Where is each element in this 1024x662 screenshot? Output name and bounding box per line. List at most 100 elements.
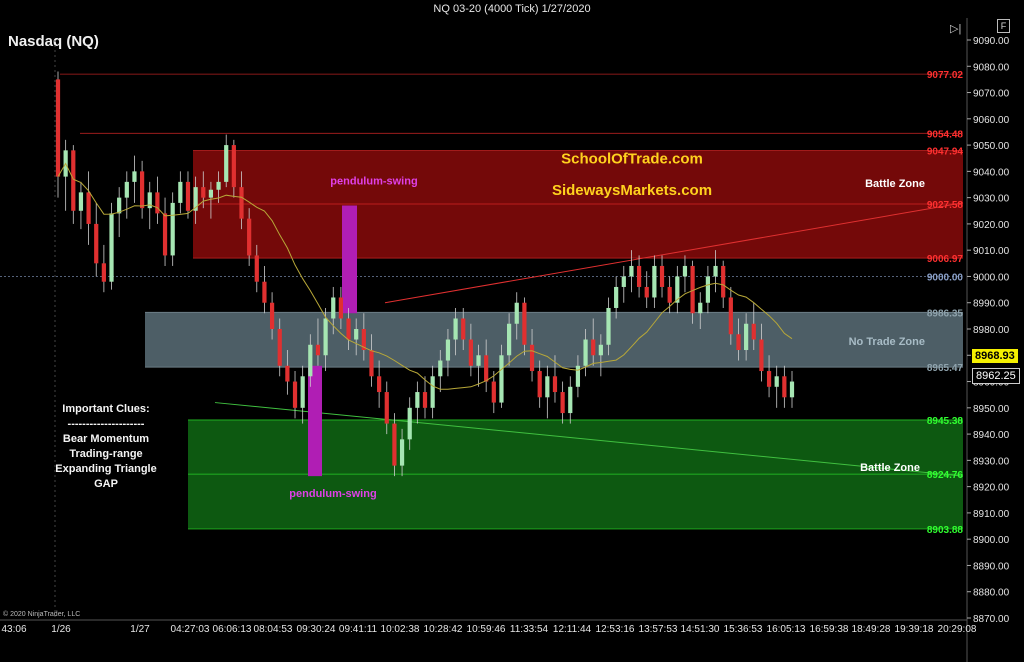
time-tick-label: 12:11:44 bbox=[553, 624, 592, 635]
bear-candle bbox=[736, 334, 741, 351]
bear-candle bbox=[491, 381, 496, 403]
zone-label: Battle Zone bbox=[865, 178, 925, 190]
bear-candle bbox=[759, 339, 764, 372]
bull-candle bbox=[216, 181, 221, 190]
clue-item: Trading-range bbox=[69, 448, 143, 460]
bull-candle bbox=[208, 189, 214, 198]
bull-candle bbox=[124, 181, 129, 198]
bull-candle bbox=[545, 376, 550, 398]
bull-candle bbox=[705, 276, 710, 303]
copyright-text: © 2020 NinjaTrader, LLC bbox=[3, 611, 81, 618]
time-tick-label: 12:53:16 bbox=[596, 624, 635, 635]
bear-candle bbox=[369, 350, 374, 377]
price-tick-label: 8990.00 bbox=[973, 299, 1010, 310]
ma-value-badge: 8968.93 bbox=[972, 349, 1018, 363]
price-tick-label: 8910.00 bbox=[973, 509, 1010, 520]
bull-candle bbox=[407, 407, 412, 440]
price-tick-label: 8900.00 bbox=[973, 535, 1010, 546]
bull-candle bbox=[109, 213, 114, 282]
bull-candle bbox=[476, 355, 481, 366]
bear-candle bbox=[751, 323, 756, 340]
bear-candle bbox=[239, 187, 244, 219]
time-tick-label: 18:49:28 bbox=[852, 624, 891, 635]
clue-item: Bear Momentum bbox=[62, 433, 150, 445]
bear-candle bbox=[728, 297, 733, 335]
bear-candle bbox=[315, 344, 321, 356]
price-tick-label: 8920.00 bbox=[973, 483, 1010, 494]
bear-candle bbox=[522, 302, 527, 345]
time-tick-label: 10:28:42 bbox=[424, 624, 463, 635]
last-price-badge: 8962.25 bbox=[972, 368, 1020, 384]
time-tick-label: 08:04:53 bbox=[254, 624, 293, 635]
bull-candle bbox=[499, 355, 504, 403]
bull-candle bbox=[583, 339, 588, 366]
bear-candle bbox=[94, 223, 99, 264]
zone-label: Battle Zone bbox=[860, 462, 920, 474]
price-tick-label: 9040.00 bbox=[973, 167, 1010, 178]
bull-candle bbox=[568, 386, 573, 414]
time-tick-label: 04:27:03 bbox=[171, 624, 210, 635]
bull-candle bbox=[399, 439, 405, 466]
bull-candle bbox=[178, 181, 183, 203]
level-label: 9054.48 bbox=[927, 129, 964, 140]
price-chart[interactable]: 9090.00 9080.00 9070.00 9060.00 9050.00 9040.… bbox=[0, 0, 1024, 662]
zone-label: No Trade Zone bbox=[849, 336, 925, 348]
bear-candle bbox=[55, 79, 61, 177]
time-tick-label: 06:06:13 bbox=[213, 624, 252, 635]
level-label: 8965.47 bbox=[927, 363, 964, 374]
level-label: 8903.88 bbox=[927, 525, 964, 536]
bear-candle bbox=[782, 376, 787, 398]
bear-candle bbox=[384, 392, 389, 424]
bear-candle bbox=[644, 286, 649, 298]
bear-candle bbox=[537, 371, 542, 398]
price-tick-label: 9020.00 bbox=[973, 220, 1010, 231]
bear-candle bbox=[422, 392, 428, 408]
bear-candle bbox=[269, 302, 275, 329]
time-tick-label: 14:51:30 bbox=[681, 624, 720, 635]
time-tick-label: 43:06 bbox=[1, 624, 26, 635]
price-tick-label: 9060.00 bbox=[973, 115, 1010, 126]
time-tick-label: 11:33:54 bbox=[510, 624, 549, 635]
price-tick-label: 8940.00 bbox=[973, 430, 1010, 441]
bear-candle bbox=[377, 376, 382, 393]
bull-candle bbox=[170, 202, 175, 256]
clues-divider: --------------------- bbox=[67, 418, 145, 430]
level-label: 9077.02 bbox=[927, 70, 964, 81]
important-clues-panel: Important Clues: --------------------- B… bbox=[40, 402, 172, 492]
bull-candle bbox=[652, 265, 657, 298]
zones-layer bbox=[145, 150, 963, 529]
bull-candle bbox=[507, 323, 512, 356]
brand-line-1: SchoolOfTrade.com bbox=[561, 150, 703, 167]
time-tick-label: 15:36:53 bbox=[724, 624, 763, 635]
bear-candle bbox=[86, 192, 91, 224]
level-label: 9027.58 bbox=[927, 200, 964, 211]
price-tick-label: 9090.00 bbox=[973, 36, 1010, 47]
pendulum-swing-bar bbox=[342, 205, 357, 314]
price-tick-label: 8930.00 bbox=[973, 456, 1010, 467]
bull-candle bbox=[132, 171, 137, 182]
bear-candle bbox=[552, 376, 558, 393]
bull-candle bbox=[713, 265, 718, 277]
bull-candle bbox=[629, 265, 634, 277]
zone-no-trade bbox=[145, 312, 963, 368]
pendulum-swing-label: pendulum-swing bbox=[330, 176, 417, 188]
bull-candle bbox=[598, 344, 603, 356]
bear-candle bbox=[155, 192, 160, 214]
bull-candle bbox=[606, 307, 611, 345]
bear-candle bbox=[591, 339, 596, 356]
price-tick-label: 8980.00 bbox=[973, 325, 1010, 336]
bear-candle bbox=[468, 339, 473, 366]
bear-candle bbox=[636, 265, 642, 287]
bull-candle bbox=[682, 265, 688, 277]
price-tick-label: 9010.00 bbox=[973, 246, 1010, 257]
bull-candle bbox=[698, 302, 703, 314]
bull-candle bbox=[445, 339, 451, 361]
time-tick-label: 16:59:38 bbox=[810, 624, 849, 635]
level-label: 9006.97 bbox=[927, 254, 964, 265]
bear-candle bbox=[247, 218, 252, 256]
bear-candle bbox=[262, 281, 267, 303]
bull-candle bbox=[323, 318, 328, 356]
time-tick-label: 09:30:24 bbox=[297, 624, 336, 635]
time-tick-label: 1/27 bbox=[130, 624, 150, 635]
bull-candle bbox=[224, 145, 229, 182]
